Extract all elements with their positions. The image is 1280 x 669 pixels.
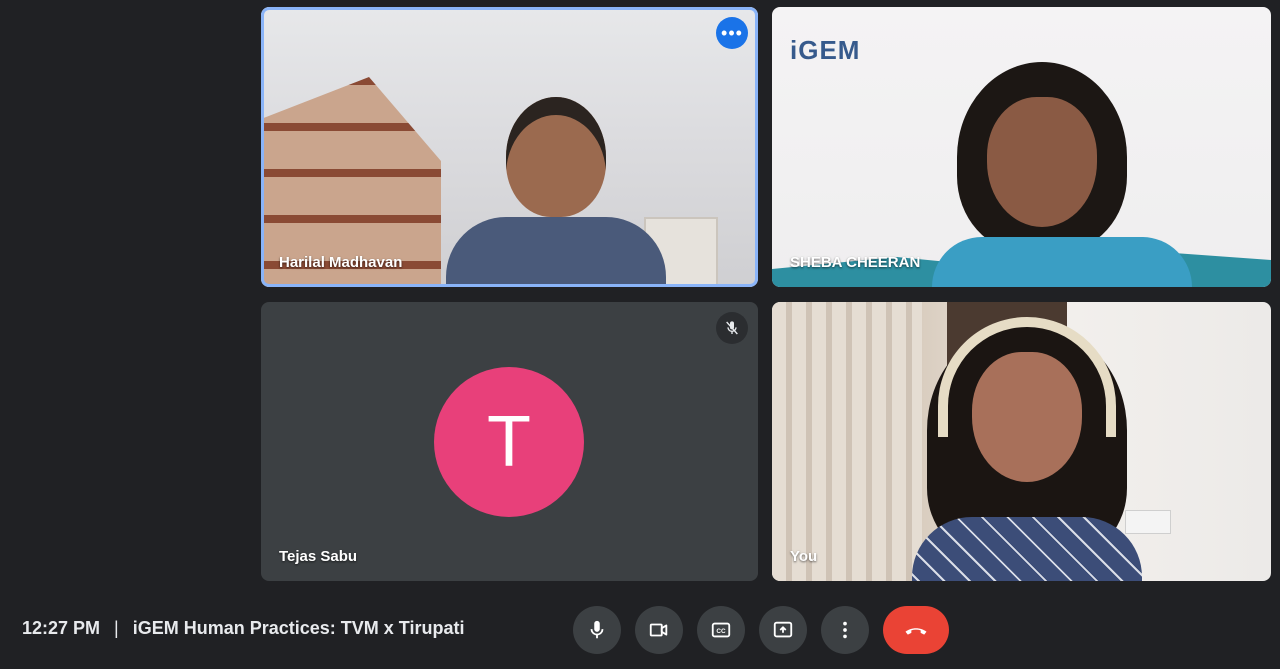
mic-off-icon: [726, 321, 738, 335]
participant-tile-tejas[interactable]: T Tejas Sabu: [261, 302, 758, 581]
curtain-background: [772, 302, 922, 581]
meeting-title: iGEM Human Practices: TVM x Tirupati: [132, 618, 465, 638]
participant-name: SHEBA CHEERAN: [790, 254, 921, 271]
microphone-icon: [590, 620, 604, 639]
participant-video: iGEM: [772, 7, 1271, 287]
closed-captions-icon: CC: [711, 622, 731, 638]
captions-button[interactable]: CC: [697, 606, 745, 654]
participant-video: [772, 302, 1271, 581]
svg-text:CC: CC: [716, 628, 726, 635]
participant-name: You: [790, 548, 818, 565]
participant-name: Harilal Madhavan: [279, 254, 403, 271]
microphone-button[interactable]: [573, 606, 621, 654]
more-options-icon: [843, 621, 847, 639]
separator: |: [114, 618, 119, 638]
participant-figure: [912, 317, 1142, 581]
end-call-icon: [905, 628, 927, 635]
end-call-button[interactable]: [883, 606, 949, 654]
camera-button[interactable]: [635, 606, 683, 654]
more-options-button[interactable]: [821, 606, 869, 654]
participant-video: [261, 7, 758, 287]
present-screen-icon: [773, 621, 793, 638]
camera-icon: [649, 623, 668, 637]
meeting-time: 12:27 PM: [22, 618, 101, 638]
meeting-toolbar: 12:27 PM | iGEM Human Practices: TVM x T…: [0, 590, 1280, 669]
muted-indicator: [716, 312, 748, 344]
participant-figure: [446, 97, 666, 287]
participant-tile-sheba[interactable]: iGEM SHEBA CHEERAN: [772, 7, 1271, 287]
participant-figure: [932, 62, 1192, 287]
igem-logo: iGEM: [790, 35, 861, 65]
participant-name: Tejas Sabu: [279, 548, 358, 565]
participant-avatar: T: [434, 367, 584, 517]
tile-more-options-button[interactable]: •••: [716, 17, 748, 49]
participant-tile-self[interactable]: You: [772, 302, 1271, 581]
call-controls: CC: [573, 606, 949, 654]
meeting-info: 12:27 PM | iGEM Human Practices: TVM x T…: [22, 618, 464, 639]
more-horizontal-icon: •••: [721, 23, 743, 43]
participant-tile-harilal[interactable]: ••• Harilal Madhavan: [261, 7, 758, 287]
present-button[interactable]: [759, 606, 807, 654]
